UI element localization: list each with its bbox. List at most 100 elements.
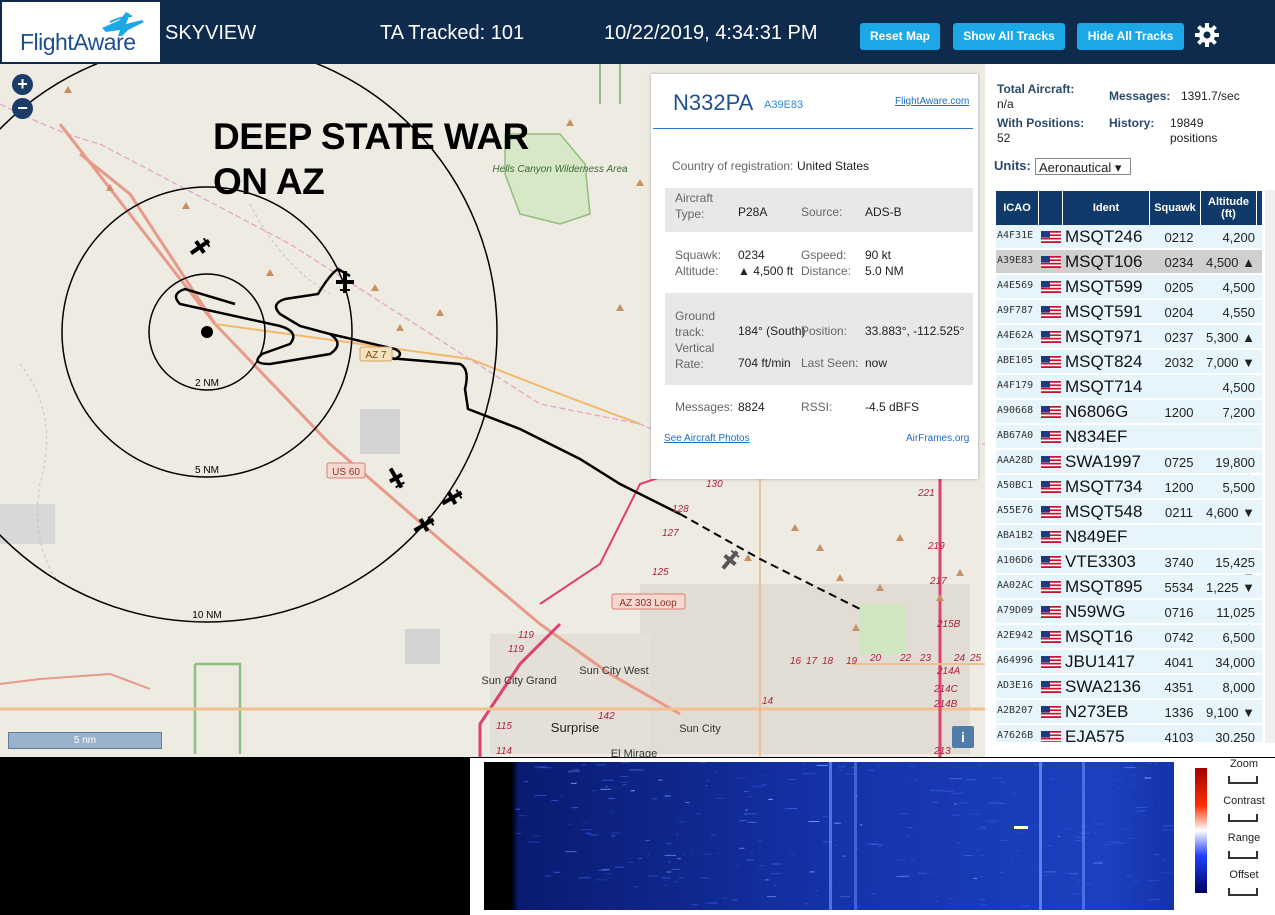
row-icao: A106D6 xyxy=(997,555,1034,566)
table-row[interactable]: A4F31E MSQT246 0212 4,200 xyxy=(996,225,1262,249)
row-squawk: 0212 xyxy=(1164,230,1194,245)
table-row[interactable]: A4E62A MSQT971 0237 5,300 ▲ xyxy=(996,325,1262,349)
table-row[interactable]: AD3E16 SWA2136 4351 8,000 xyxy=(996,675,1262,699)
offset-control-label: Offset xyxy=(1229,869,1259,881)
col-flag[interactable] xyxy=(1039,191,1063,225)
table-row[interactable]: AB67A0 N834EF xyxy=(996,425,1262,449)
units-select[interactable]: Aeronautical ▾ xyxy=(1035,158,1131,175)
row-icao: AD3E16 xyxy=(997,680,1034,691)
table-row[interactable]: A2E942 MSQT16 0742 6,500 xyxy=(996,625,1262,649)
table-scrollbar[interactable] xyxy=(1265,190,1275,743)
squawk-value: 0234 xyxy=(738,248,765,262)
zoom-slider[interactable] xyxy=(1228,776,1258,784)
exit-number: 119 xyxy=(518,630,534,641)
map-info-button[interactable]: i xyxy=(952,726,974,748)
table-row[interactable]: ABA1B2 N849EF xyxy=(996,525,1262,549)
us-flag-icon xyxy=(1041,481,1061,493)
table-row[interactable]: A64996 JBU1417 4041 34,000 xyxy=(996,650,1262,674)
map-label-surprise: Surprise xyxy=(551,720,599,735)
range-control-label: Range xyxy=(1227,832,1261,844)
waterfall-display xyxy=(484,762,1174,910)
zoom-out-button[interactable]: − xyxy=(12,98,33,119)
row-altitude: 5,500 xyxy=(1222,480,1255,495)
offset-slider[interactable] xyxy=(1228,888,1258,896)
aircraft-photos-link[interactable]: See Aircraft Photos xyxy=(664,433,750,444)
table-row[interactable]: A9F787 MSQT591 0204 4,550 xyxy=(996,300,1262,324)
aircraft-registration: N332PA xyxy=(673,90,754,115)
ground-track-value: 184° (South) xyxy=(738,324,806,338)
row-altitude: 5,300 ▲ xyxy=(1205,330,1255,345)
row-altitude: 9,100 ▼ xyxy=(1205,705,1255,720)
exit-number: 14 xyxy=(762,696,774,707)
svg-text:US 60: US 60 xyxy=(332,467,360,478)
messages-value: 8824 xyxy=(738,400,765,414)
altitude-label: Altitude: xyxy=(675,264,719,278)
gspeed-value: 90 kt xyxy=(865,248,892,262)
row-ident: MSQT16 xyxy=(1065,627,1134,646)
flightaware-link[interactable]: FlightAware.com xyxy=(895,96,969,107)
show-all-tracks-button[interactable]: Show All Tracks xyxy=(953,23,1065,50)
hide-all-tracks-button[interactable]: Hide All Tracks xyxy=(1077,23,1184,50)
row-icao: A90668 xyxy=(997,405,1034,416)
exit-number: 214A xyxy=(936,666,961,677)
row-icao: A2B207 xyxy=(997,705,1034,716)
range-slider[interactable] xyxy=(1228,851,1258,859)
col-ident[interactable]: Ident xyxy=(1063,191,1150,225)
table-row[interactable]: A2B207 N273EB 1336 9,100 ▼ xyxy=(996,700,1262,724)
row-squawk: 0237 xyxy=(1164,330,1194,345)
row-altitude: 4,500 xyxy=(1222,380,1255,395)
exit-number: 219 xyxy=(927,541,945,552)
range-label: 5 NM xyxy=(195,465,219,476)
row-altitude: 4,500 xyxy=(1222,280,1255,295)
table-row[interactable]: A90668 N6806G 1200 7,200 xyxy=(996,400,1262,424)
table-row[interactable]: A39E83 MSQT106 0234 4,500 ▲ xyxy=(996,250,1262,274)
rssi-label: RSSI: xyxy=(801,400,833,414)
table-row[interactable]: A79D09N59WG071611,025 ▲ xyxy=(996,600,1262,635)
contrast-slider[interactable] xyxy=(1228,814,1258,822)
table-row[interactable]: ABE105 MSQT824 2032 7,000 ▼ xyxy=(996,350,1262,374)
airframes-link[interactable]: AirFrames.org xyxy=(906,433,969,444)
us-flag-icon xyxy=(1041,406,1061,418)
row-ident: MSQT824 xyxy=(1065,352,1143,371)
aircraft-type-label: Aircraft Type: xyxy=(675,191,714,221)
col-icao[interactable]: ICAO xyxy=(996,191,1039,225)
country-label: Country of registration: xyxy=(672,159,794,173)
datetime: 10/22/2019, 4:34:31 PM xyxy=(604,22,818,44)
reset-map-button[interactable]: Reset Map xyxy=(860,23,940,50)
map-label-sun-city: Sun City xyxy=(679,723,721,735)
us-flag-icon xyxy=(1041,606,1061,618)
flightaware-logo[interactable]: FlightAware xyxy=(2,2,160,62)
row-ident: VTE3303 xyxy=(1065,552,1136,571)
aircraft-info-popup: N332PA A39E83 FlightAware.com Country of… xyxy=(651,74,978,479)
table-row[interactable]: AA02AC MSQT895 5534 1,225 ▼ xyxy=(996,575,1262,599)
row-icao: A9F787 xyxy=(997,305,1034,316)
exit-number: 130 xyxy=(706,479,723,490)
row-icao: A55E76 xyxy=(997,505,1034,516)
messages-label: Messages: xyxy=(675,400,734,414)
row-ident: MSQT734 xyxy=(1065,477,1143,496)
app-title: SKYVIEW xyxy=(165,22,257,44)
row-squawk: 0205 xyxy=(1164,280,1194,295)
table-row[interactable]: A4F179 MSQT714 4,500 xyxy=(996,375,1262,399)
exit-number: 17 xyxy=(806,656,818,667)
row-icao: AB67A0 xyxy=(997,430,1034,441)
contrast-control-label: Contrast xyxy=(1223,795,1265,807)
us-flag-icon xyxy=(1041,256,1061,268)
exit-number: 213 xyxy=(933,746,951,757)
altitude-value: ▲ 4,500 ft xyxy=(738,264,794,278)
row-squawk: 5534 xyxy=(1164,580,1194,595)
table-row[interactable]: A106D6VTE3303374015,425 ▼ xyxy=(996,550,1262,585)
gear-icon[interactable] xyxy=(1194,22,1220,48)
table-row[interactable]: A4E569 MSQT599 0205 4,500 xyxy=(996,275,1262,299)
col-altitude[interactable]: Altitude (ft) xyxy=(1201,191,1257,225)
row-altitude: 1,225 ▼ xyxy=(1205,580,1255,595)
table-row[interactable]: AAA28DSWA1997072519,800 ▲ xyxy=(996,450,1262,485)
table-row[interactable]: A55E76 MSQT548 0211 4,600 ▼ xyxy=(996,500,1262,524)
zoom-in-button[interactable]: + xyxy=(12,74,33,95)
table-row[interactable]: A7626B EJA575 4103 30,250 ▲ xyxy=(996,725,1262,742)
col-squawk[interactable]: Squawk xyxy=(1150,191,1201,225)
table-row[interactable]: A50BC1 MSQT734 1200 5,500 xyxy=(996,475,1262,499)
map-scale-bar: 5 nm xyxy=(8,732,162,749)
table-header: ICAO Ident Squawk Altitude (ft) xyxy=(996,191,1262,225)
map-label-sun-city-west: Sun City West xyxy=(579,665,649,677)
